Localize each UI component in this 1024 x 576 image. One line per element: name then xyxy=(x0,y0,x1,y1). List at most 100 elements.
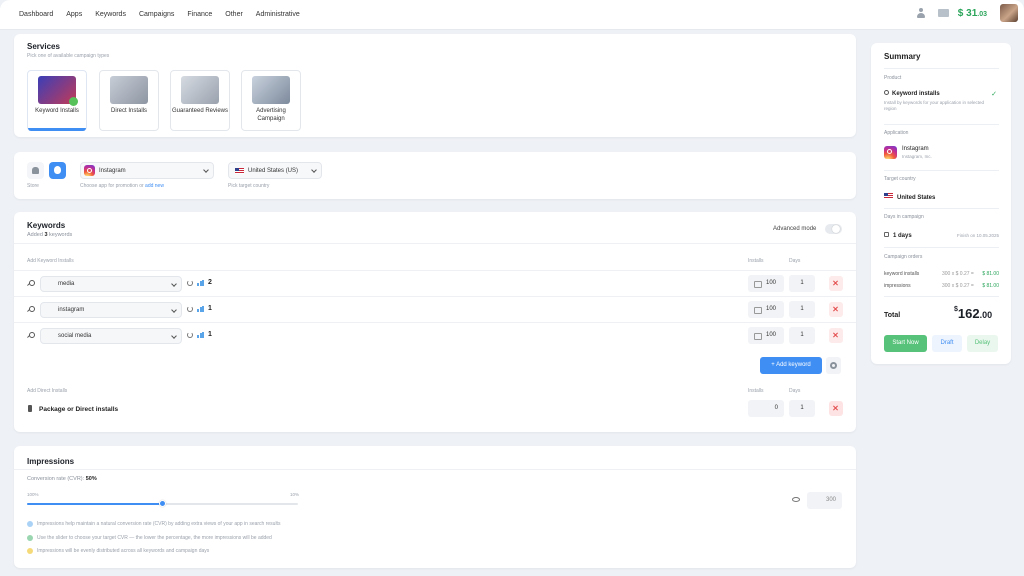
keyword-row: media 2 100 1 xyxy=(14,270,856,296)
divider xyxy=(884,68,999,69)
impressions-title: Impressions xyxy=(27,457,75,466)
avatar[interactable] xyxy=(1000,4,1018,22)
android-store-button[interactable] xyxy=(27,162,44,179)
chart-icon[interactable] xyxy=(197,280,204,286)
chart-icon[interactable] xyxy=(197,332,204,338)
service-advertising-campaign[interactable]: Advertising Campaign xyxy=(241,70,301,131)
service-guaranteed-reviews[interactable]: Guaranteed Reviews xyxy=(170,70,230,131)
chevron-down-icon xyxy=(311,167,317,173)
settings-button[interactable] xyxy=(826,357,841,374)
days-input[interactable]: 1 xyxy=(789,301,815,318)
installs-input[interactable]: 100 xyxy=(748,275,784,292)
divider xyxy=(884,247,999,248)
installs-input[interactable]: 100 xyxy=(748,327,784,344)
top-navigation: Dashboard Apps Keywords Campaigns Financ… xyxy=(0,0,1024,30)
direct-days-input[interactable]: 1 xyxy=(789,400,815,417)
order-row: impressions 300 x $ 0.27 = $ 81.00 xyxy=(884,283,999,289)
key-icon xyxy=(27,306,35,312)
nav-administrative[interactable]: Administrative xyxy=(256,11,300,18)
mail-icon[interactable] xyxy=(937,9,949,17)
direct-installs-illustration xyxy=(110,76,148,104)
advanced-mode-label: Advanced mode xyxy=(773,226,817,232)
us-flag-icon xyxy=(235,167,244,174)
service-keyword-installs[interactable]: Keyword Installs xyxy=(27,70,87,131)
advanced-mode-toggle[interactable] xyxy=(825,224,842,234)
app-select-value: Instagram xyxy=(99,167,126,174)
keyword-select[interactable]: social media xyxy=(40,328,182,344)
service-direct-installs[interactable]: Direct Installs xyxy=(99,70,159,131)
summary-title: Summary xyxy=(884,52,921,61)
app-select[interactable]: Instagram xyxy=(80,162,214,179)
store-label: Store xyxy=(27,183,39,189)
impressions-input[interactable]: 300 xyxy=(807,492,842,509)
days-row: 1 days Finish on 10.05.2025 xyxy=(884,232,999,239)
cvr-slider-handle[interactable] xyxy=(158,500,166,507)
keyword-row: social media 1 100 1 xyxy=(14,322,856,348)
installs-input[interactable]: 100 xyxy=(748,301,784,318)
nav-keywords[interactable]: Keywords xyxy=(95,11,126,18)
add-keyword-button[interactable]: + Add keyword xyxy=(760,357,822,374)
delete-row-button[interactable] xyxy=(829,276,843,291)
nav-campaigns[interactable]: Campaigns xyxy=(139,11,174,18)
order-total: $ 81.00 xyxy=(982,271,999,277)
direct-installs-input[interactable]: 0 xyxy=(748,400,784,417)
cvr-label: Conversion rate (CVR): xyxy=(27,476,85,482)
nav-dashboard[interactable]: Dashboard xyxy=(19,11,53,18)
divider xyxy=(884,170,999,171)
days-input[interactable]: 1 xyxy=(789,275,815,292)
add-new-app-link[interactable]: add new xyxy=(145,183,164,189)
divider xyxy=(884,124,999,125)
order-calc: 300 x $ 0.27 = xyxy=(942,271,974,277)
check-icon: ✓ xyxy=(991,91,997,98)
days-label: Days in campaign xyxy=(884,214,924,220)
balance-cents: .03 xyxy=(977,10,987,18)
nav-other[interactable]: Other xyxy=(225,11,243,18)
delete-row-button[interactable] xyxy=(829,328,843,343)
key-icon xyxy=(27,332,35,338)
advertising-illustration xyxy=(252,76,290,104)
app-frame: Dashboard Apps Keywords Campaigns Financ… xyxy=(0,0,1024,576)
refresh-icon[interactable] xyxy=(187,280,193,286)
services-subtitle: Pick one of available campaign types xyxy=(27,53,110,59)
total-amount: $162.00 xyxy=(954,306,992,321)
delete-row-button[interactable] xyxy=(829,302,843,317)
balance[interactable]: $ 31.03 xyxy=(958,8,987,19)
start-now-button[interactable]: Start Now xyxy=(884,335,927,352)
user-icon[interactable] xyxy=(916,8,926,18)
refresh-icon[interactable] xyxy=(187,332,193,338)
keyword-select[interactable]: instagram xyxy=(40,302,182,318)
package-icon xyxy=(28,405,32,412)
add-direct-installs-label: Add Direct Installs xyxy=(27,388,68,394)
cvr-slider[interactable] xyxy=(27,500,298,507)
divider xyxy=(884,296,999,297)
order-total: $ 81.00 xyxy=(982,283,999,289)
draft-button[interactable]: Draft xyxy=(932,335,962,352)
us-flag-icon xyxy=(884,193,893,199)
service-label: Guaranteed Reviews xyxy=(171,108,229,114)
nav-finance[interactable]: Finance xyxy=(187,11,212,18)
order-name: impressions xyxy=(884,283,911,289)
product-row: Keyword installs ✓ xyxy=(884,90,999,98)
direct-col-days: Days xyxy=(789,388,801,394)
days-input[interactable]: 1 xyxy=(789,327,815,344)
country-hint: Pick target country xyxy=(228,183,270,189)
refresh-icon[interactable] xyxy=(187,306,193,312)
added-suffix: keywords xyxy=(49,232,73,238)
remove-direct-button[interactable] xyxy=(829,401,843,416)
chart-icon[interactable] xyxy=(197,306,204,312)
impressions-note: Impressions help maintain a natural conv… xyxy=(27,521,280,527)
country-select[interactable]: United States (US) xyxy=(228,162,322,179)
nav-apps[interactable]: Apps xyxy=(66,11,82,18)
application-label: Application xyxy=(884,130,909,136)
impressions-note: Use the slider to choose your target CVR… xyxy=(27,535,272,541)
app-hint-text: Choose app for promotion or xyxy=(80,183,144,189)
calendar-icon xyxy=(884,232,889,237)
chevron-down-icon xyxy=(171,307,177,313)
info-dot-icon xyxy=(27,521,33,527)
delay-button[interactable]: Delay xyxy=(967,335,998,352)
apple-store-button[interactable] xyxy=(49,162,66,179)
app-hint: Choose app for promotion or add new xyxy=(80,183,164,189)
divider xyxy=(884,208,999,209)
keyword-select[interactable]: media xyxy=(40,276,182,292)
note-text: Impressions will be evenly distributed a… xyxy=(37,548,210,554)
